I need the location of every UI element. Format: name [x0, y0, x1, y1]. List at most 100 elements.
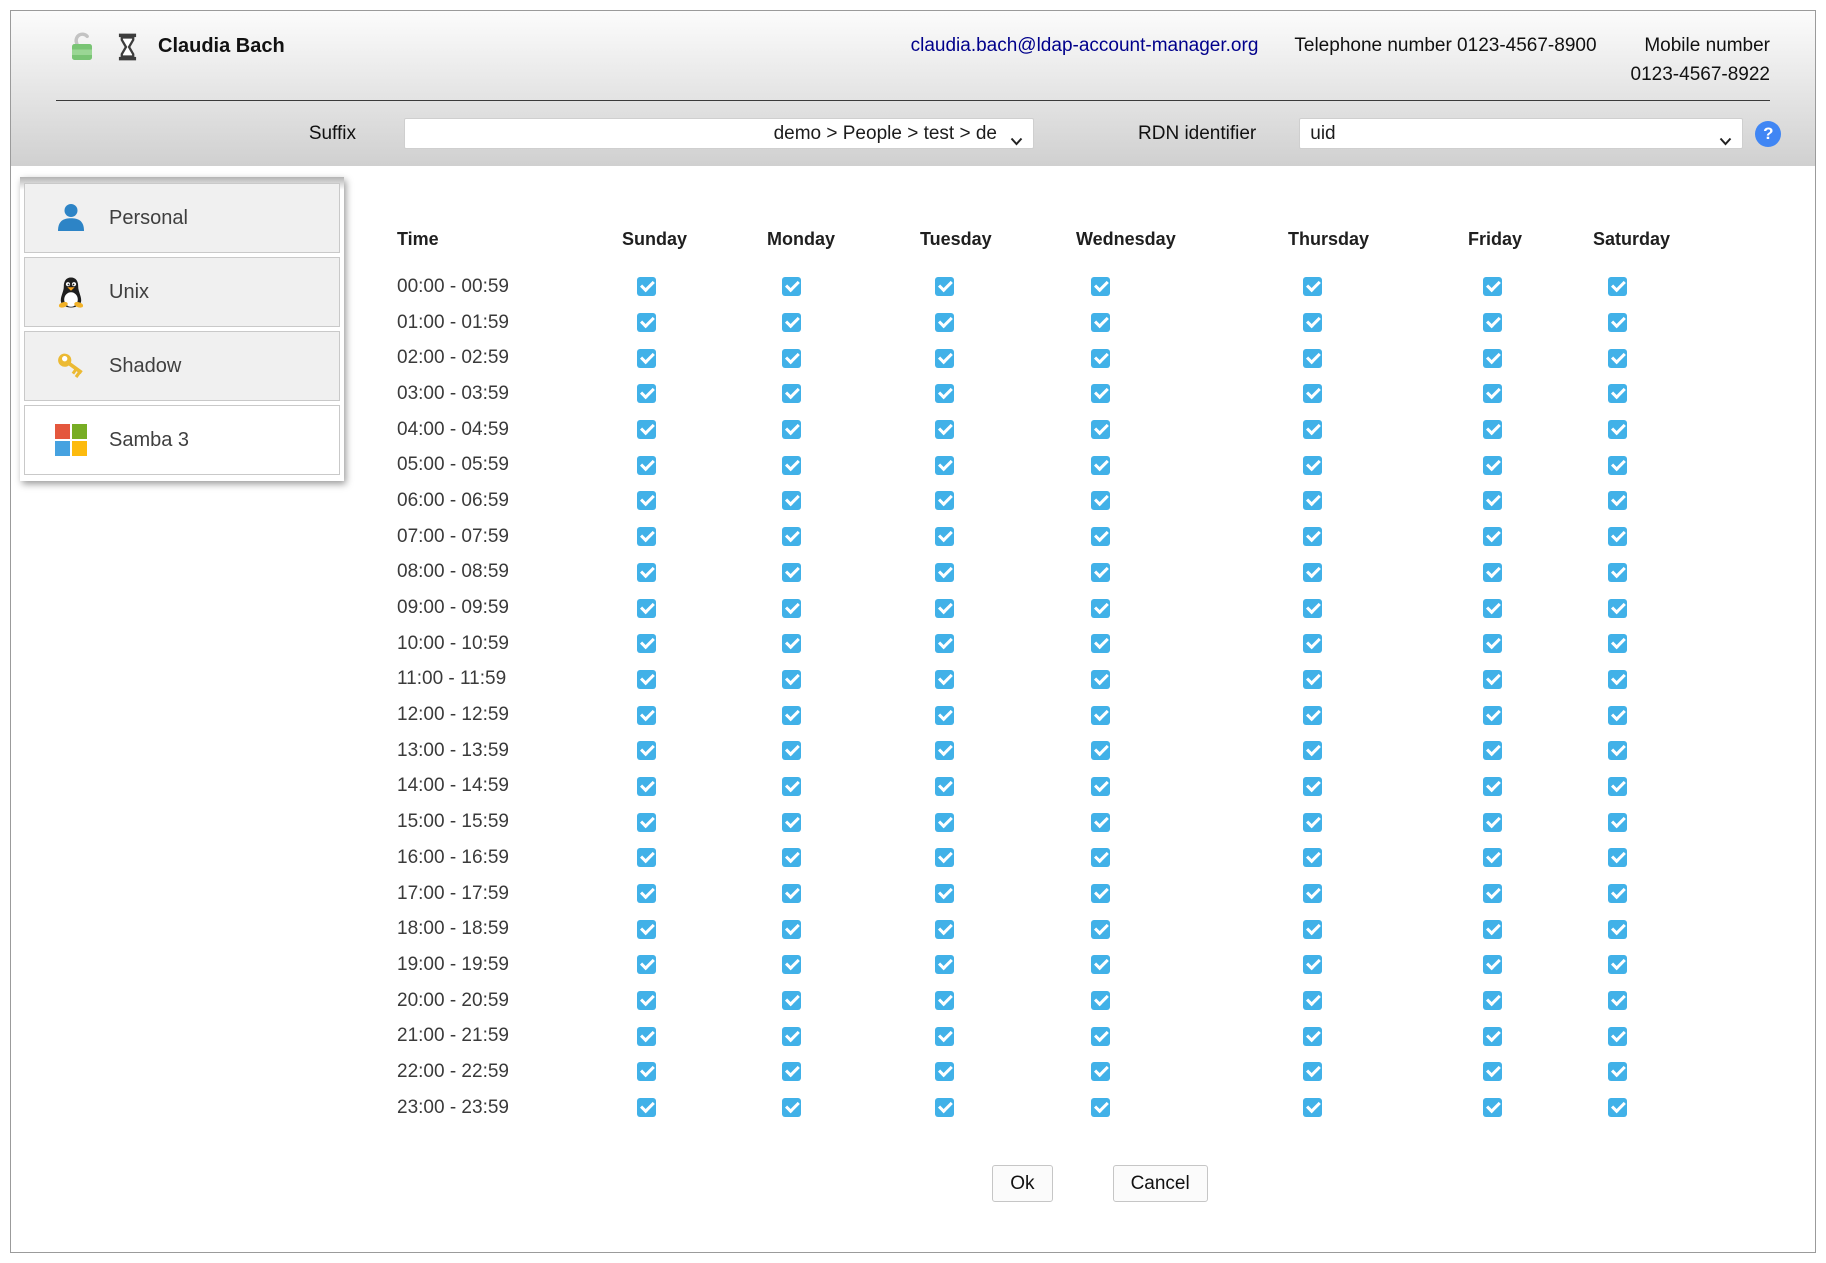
logon-hour-checkbox-wednesday[interactable] — [1091, 491, 1110, 510]
logon-hour-checkbox-thursday[interactable] — [1303, 955, 1322, 974]
logon-hour-checkbox-saturday[interactable] — [1608, 599, 1627, 618]
logon-hour-checkbox-saturday[interactable] — [1608, 670, 1627, 689]
logon-hour-checkbox-saturday[interactable] — [1608, 848, 1627, 867]
logon-hour-checkbox-wednesday[interactable] — [1091, 813, 1110, 832]
logon-hour-checkbox-friday[interactable] — [1483, 1098, 1502, 1117]
logon-hour-checkbox-monday[interactable] — [782, 456, 801, 475]
logon-hour-checkbox-wednesday[interactable] — [1091, 634, 1110, 653]
logon-hour-checkbox-saturday[interactable] — [1608, 955, 1627, 974]
logon-hour-checkbox-friday[interactable] — [1483, 491, 1502, 510]
logon-hour-checkbox-thursday[interactable] — [1303, 884, 1322, 903]
logon-hour-checkbox-friday[interactable] — [1483, 991, 1502, 1010]
logon-hour-checkbox-monday[interactable] — [782, 670, 801, 689]
logon-hour-checkbox-saturday[interactable] — [1608, 349, 1627, 368]
email-link[interactable]: claudia.bach@ldap-account-manager.org — [911, 31, 1259, 61]
logon-hour-checkbox-tuesday[interactable] — [935, 563, 954, 582]
logon-hour-checkbox-tuesday[interactable] — [935, 670, 954, 689]
logon-hour-checkbox-wednesday[interactable] — [1091, 349, 1110, 368]
logon-hour-checkbox-sunday[interactable] — [637, 848, 656, 867]
logon-hour-checkbox-sunday[interactable] — [637, 741, 656, 760]
logon-hour-checkbox-wednesday[interactable] — [1091, 706, 1110, 725]
logon-hour-checkbox-saturday[interactable] — [1608, 384, 1627, 403]
logon-hour-checkbox-thursday[interactable] — [1303, 491, 1322, 510]
logon-hour-checkbox-monday[interactable] — [782, 634, 801, 653]
logon-hour-checkbox-thursday[interactable] — [1303, 599, 1322, 618]
logon-hour-checkbox-friday[interactable] — [1483, 813, 1502, 832]
logon-hour-checkbox-sunday[interactable] — [637, 777, 656, 796]
logon-hour-checkbox-monday[interactable] — [782, 884, 801, 903]
logon-hour-checkbox-saturday[interactable] — [1608, 741, 1627, 760]
logon-hour-checkbox-wednesday[interactable] — [1091, 920, 1110, 939]
logon-hour-checkbox-friday[interactable] — [1483, 777, 1502, 796]
sidebar-item-unix[interactable]: Unix — [24, 257, 340, 327]
help-icon[interactable]: ? — [1755, 121, 1781, 147]
logon-hour-checkbox-wednesday[interactable] — [1091, 420, 1110, 439]
logon-hour-checkbox-friday[interactable] — [1483, 1062, 1502, 1081]
logon-hour-checkbox-sunday[interactable] — [637, 277, 656, 296]
logon-hour-checkbox-monday[interactable] — [782, 1027, 801, 1046]
logon-hour-checkbox-sunday[interactable] — [637, 955, 656, 974]
logon-hour-checkbox-friday[interactable] — [1483, 741, 1502, 760]
logon-hour-checkbox-sunday[interactable] — [637, 384, 656, 403]
logon-hour-checkbox-wednesday[interactable] — [1091, 599, 1110, 618]
logon-hour-checkbox-thursday[interactable] — [1303, 777, 1322, 796]
logon-hour-checkbox-wednesday[interactable] — [1091, 563, 1110, 582]
logon-hour-checkbox-monday[interactable] — [782, 491, 801, 510]
logon-hour-checkbox-friday[interactable] — [1483, 884, 1502, 903]
logon-hour-checkbox-saturday[interactable] — [1608, 277, 1627, 296]
logon-hour-checkbox-wednesday[interactable] — [1091, 991, 1110, 1010]
logon-hour-checkbox-thursday[interactable] — [1303, 670, 1322, 689]
logon-hour-checkbox-monday[interactable] — [782, 991, 801, 1010]
logon-hour-checkbox-sunday[interactable] — [637, 491, 656, 510]
logon-hour-checkbox-monday[interactable] — [782, 741, 801, 760]
logon-hour-checkbox-sunday[interactable] — [637, 527, 656, 546]
logon-hour-checkbox-sunday[interactable] — [637, 1062, 656, 1081]
logon-hour-checkbox-friday[interactable] — [1483, 1027, 1502, 1046]
logon-hour-checkbox-monday[interactable] — [782, 955, 801, 974]
logon-hour-checkbox-thursday[interactable] — [1303, 991, 1322, 1010]
logon-hour-checkbox-thursday[interactable] — [1303, 384, 1322, 403]
logon-hour-checkbox-friday[interactable] — [1483, 277, 1502, 296]
logon-hour-checkbox-sunday[interactable] — [637, 920, 656, 939]
sidebar-item-samba3[interactable]: Samba 3 — [24, 405, 340, 475]
logon-hour-checkbox-saturday[interactable] — [1608, 706, 1627, 725]
logon-hour-checkbox-saturday[interactable] — [1608, 991, 1627, 1010]
unlock-icon[interactable] — [69, 32, 95, 68]
logon-hour-checkbox-monday[interactable] — [782, 777, 801, 796]
logon-hour-checkbox-saturday[interactable] — [1608, 456, 1627, 475]
cancel-button[interactable]: Cancel — [1113, 1165, 1208, 1202]
logon-hour-checkbox-monday[interactable] — [782, 920, 801, 939]
logon-hour-checkbox-wednesday[interactable] — [1091, 1027, 1110, 1046]
logon-hour-checkbox-friday[interactable] — [1483, 349, 1502, 368]
logon-hour-checkbox-sunday[interactable] — [637, 884, 656, 903]
logon-hour-checkbox-monday[interactable] — [782, 349, 801, 368]
logon-hour-checkbox-saturday[interactable] — [1608, 420, 1627, 439]
logon-hour-checkbox-monday[interactable] — [782, 420, 801, 439]
logon-hour-checkbox-thursday[interactable] — [1303, 563, 1322, 582]
logon-hour-checkbox-saturday[interactable] — [1608, 920, 1627, 939]
logon-hour-checkbox-wednesday[interactable] — [1091, 313, 1110, 332]
logon-hour-checkbox-wednesday[interactable] — [1091, 884, 1110, 903]
logon-hour-checkbox-saturday[interactable] — [1608, 563, 1627, 582]
logon-hour-checkbox-sunday[interactable] — [637, 599, 656, 618]
logon-hour-checkbox-wednesday[interactable] — [1091, 670, 1110, 689]
logon-hour-checkbox-monday[interactable] — [782, 848, 801, 867]
logon-hour-checkbox-tuesday[interactable] — [935, 599, 954, 618]
sidebar-item-shadow[interactable]: Shadow — [24, 331, 340, 401]
logon-hour-checkbox-thursday[interactable] — [1303, 1062, 1322, 1081]
logon-hour-checkbox-sunday[interactable] — [637, 349, 656, 368]
logon-hour-checkbox-sunday[interactable] — [637, 1027, 656, 1046]
sidebar-item-personal[interactable]: Personal — [24, 183, 340, 253]
logon-hour-checkbox-saturday[interactable] — [1608, 313, 1627, 332]
logon-hour-checkbox-tuesday[interactable] — [935, 848, 954, 867]
logon-hour-checkbox-sunday[interactable] — [637, 813, 656, 832]
logon-hour-checkbox-thursday[interactable] — [1303, 741, 1322, 760]
logon-hour-checkbox-thursday[interactable] — [1303, 1098, 1322, 1117]
logon-hour-checkbox-sunday[interactable] — [637, 420, 656, 439]
logon-hour-checkbox-friday[interactable] — [1483, 384, 1502, 403]
logon-hour-checkbox-wednesday[interactable] — [1091, 777, 1110, 796]
logon-hour-checkbox-wednesday[interactable] — [1091, 741, 1110, 760]
logon-hour-checkbox-monday[interactable] — [782, 1062, 801, 1081]
logon-hour-checkbox-friday[interactable] — [1483, 599, 1502, 618]
logon-hour-checkbox-tuesday[interactable] — [935, 349, 954, 368]
